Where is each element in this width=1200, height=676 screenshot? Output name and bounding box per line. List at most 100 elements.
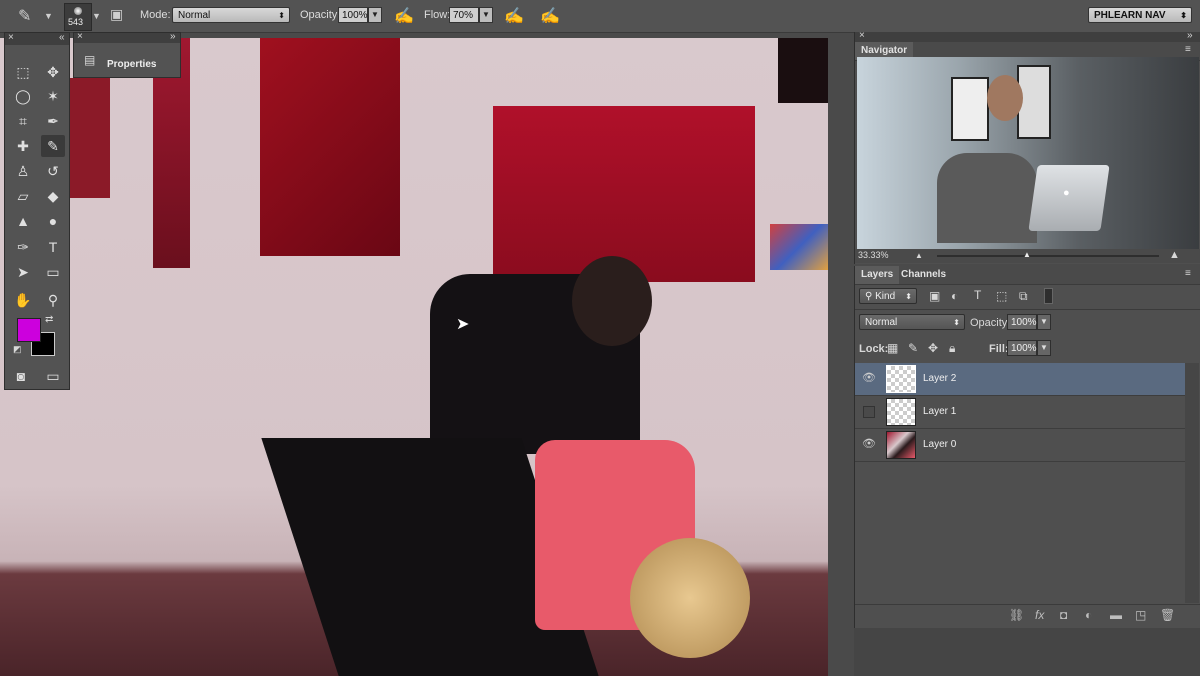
opacity-slider-button[interactable]: ▼ [368,7,382,23]
layer-filter-dropdown[interactable]: ⚲ Kind ⬍ [859,288,917,304]
panel-dock-header[interactable]: × » [855,30,1200,42]
history-brush-icon[interactable]: ↺ [41,160,65,182]
filter-smart-object-icon[interactable]: ⧉ [1019,289,1028,304]
tools-panel: × « ⬚ ✥ ◯ ✶ ⌗ ✒ ✚ ✎ ♙ ↺ ▱ ◆ ▲ ● ✑ T ➤ ▭ … [4,32,70,390]
filter-shape-icon[interactable]: ⬚ [996,289,1007,303]
layer-row[interactable]: 👁︎ Layer 2 [855,363,1185,396]
visibility-eye-icon[interactable]: 👁︎ [861,435,877,453]
healing-brush-icon[interactable]: ✚ [11,135,35,157]
flow-slider-button[interactable]: ▼ [479,7,493,23]
filter-toggle-switch[interactable] [1044,288,1053,304]
opacity-input[interactable]: 100% [338,7,368,23]
swap-colors-icon[interactable]: ⇄ [45,314,53,325]
panel-menu-icon[interactable]: ≡ [1185,268,1191,279]
collapse-icon[interactable]: » [1187,30,1193,41]
layer-opacity-slider-button[interactable]: ▼ [1037,314,1051,330]
lock-transparent-icon[interactable]: ▦ [887,341,898,355]
preview-person [937,153,1037,243]
layer-list: 👁︎ Layer 2 Layer 1 👁︎ Layer 0 [855,363,1200,603]
zoom-out-icon[interactable]: ▲ [915,251,923,260]
zoom-in-icon[interactable]: ▲ [1169,249,1180,261]
brush-picker-chevron-icon[interactable]: ▼ [92,11,101,21]
close-icon[interactable]: × [77,31,83,42]
visibility-eye-icon[interactable]: 👁︎ [861,369,877,387]
eraser-icon[interactable]: ▱ [11,185,35,207]
layer-opacity-input[interactable]: 100% [1007,314,1037,330]
quick-mask-icon[interactable]: ◙ [9,365,33,387]
properties-panel-header[interactable]: × » [74,31,180,43]
mode-dropdown[interactable]: Normal ⬍ [172,7,290,23]
properties-label[interactable]: Properties [107,59,156,70]
hand-icon[interactable]: ✋ [11,289,35,311]
pen-icon[interactable]: ✑ [11,236,35,258]
blend-mode-dropdown[interactable]: Normal ⬍ [859,314,965,330]
new-group-icon[interactable]: ▬ [1110,608,1122,622]
properties-icon[interactable]: ▤ [84,53,95,67]
visibility-toggle-empty[interactable] [863,406,875,418]
brush-icon[interactable]: ✎ [41,135,65,157]
rectangle-icon[interactable]: ▭ [41,261,65,283]
lock-label: Lock: [859,343,889,355]
zoom-slider-thumb[interactable]: ▲ [1023,250,1031,259]
eyedropper-icon[interactable]: ✒ [41,110,65,132]
path-selection-icon[interactable]: ➤ [11,261,35,283]
tab-layers[interactable]: Layers [855,266,900,284]
move-icon[interactable]: ✥ [41,61,65,83]
fill-input[interactable]: 100% [1007,340,1037,356]
workspace-switcher[interactable]: PHLEARN NAV ⬍ [1088,7,1192,23]
paint-bucket-icon[interactable]: ◆ [41,185,65,207]
lock-position-icon[interactable]: ✥ [928,341,938,355]
new-layer-icon[interactable]: ◳ [1135,608,1146,622]
add-mask-icon[interactable]: ◘ [1060,608,1067,622]
layer-name[interactable]: Layer 2 [923,373,956,384]
add-style-icon[interactable]: fx [1035,608,1044,622]
blur-icon[interactable]: ▲ [11,210,35,232]
zoom-slider-track[interactable] [937,255,1159,257]
crop-icon[interactable]: ⌗ [11,110,35,132]
filter-adjustment-icon[interactable]: ◐ [951,289,958,303]
layer-name[interactable]: Layer 1 [923,406,956,417]
zoom-value[interactable]: 33.33% [858,250,889,260]
pressure-opacity-icon[interactable]: ✍ [394,6,414,26]
lasso-icon[interactable]: ◯ [11,85,35,107]
tool-preset-chevron-icon[interactable]: ▼ [44,11,53,21]
brush-panel-toggle-icon[interactable]: ▣ [110,6,123,23]
magic-wand-icon[interactable]: ✶ [41,85,65,107]
type-icon[interactable]: T [41,236,65,258]
panel-menu-icon[interactable]: ≡ [1185,44,1191,55]
close-icon[interactable]: × [859,30,865,41]
screen-mode-icon[interactable]: ▭ [41,365,65,387]
airbrush-icon[interactable]: ✍ [504,6,524,26]
link-layers-icon[interactable]: ⛓ [1009,608,1024,622]
layer-row[interactable]: 👁︎ Layer 0 [855,429,1185,462]
close-icon[interactable]: × [8,32,14,43]
marquee-icon[interactable]: ⬚ [11,61,35,83]
clone-stamp-icon[interactable]: ♙ [11,160,35,182]
filter-type-icon[interactable]: T [974,288,981,302]
expand-icon[interactable]: » [170,31,176,42]
dodge-icon[interactable]: ● [41,210,65,232]
zoom-icon[interactable]: ⚲ [41,289,65,311]
lock-all-icon[interactable]: 🔒︎ [949,341,955,356]
delete-layer-icon[interactable]: 🗑︎ [1160,608,1175,622]
collapse-icon[interactable]: « [59,32,65,43]
brush-preset-picker[interactable]: 543 [64,3,92,31]
foreground-color-swatch[interactable] [17,318,41,342]
default-colors-icon[interactable]: ◩ [13,344,22,355]
layer-row[interactable]: Layer 1 [855,396,1185,429]
pressure-size-icon[interactable]: ✍ [540,6,560,26]
new-adjustment-icon[interactable]: ◐ [1085,608,1092,622]
layer-thumbnail [886,365,916,393]
fill-slider-button[interactable]: ▼ [1037,340,1051,356]
dropdown-arrow-icon: ⬍ [278,11,285,20]
tools-panel-header[interactable]: × « [5,32,69,45]
flow-input[interactable]: 70% [449,7,479,23]
layer-name[interactable]: Layer 0 [923,439,956,450]
brush-tool-icon[interactable]: ✎ [18,6,31,26]
document-canvas[interactable]: ➤ [0,38,828,676]
navigator-preview[interactable]: ● [857,57,1199,249]
lock-image-icon[interactable]: ✎ [908,341,918,355]
layers-scrollbar[interactable] [1185,363,1199,603]
filter-pixel-icon[interactable]: ▣ [929,289,940,303]
tab-channels[interactable]: Channels [895,269,952,280]
